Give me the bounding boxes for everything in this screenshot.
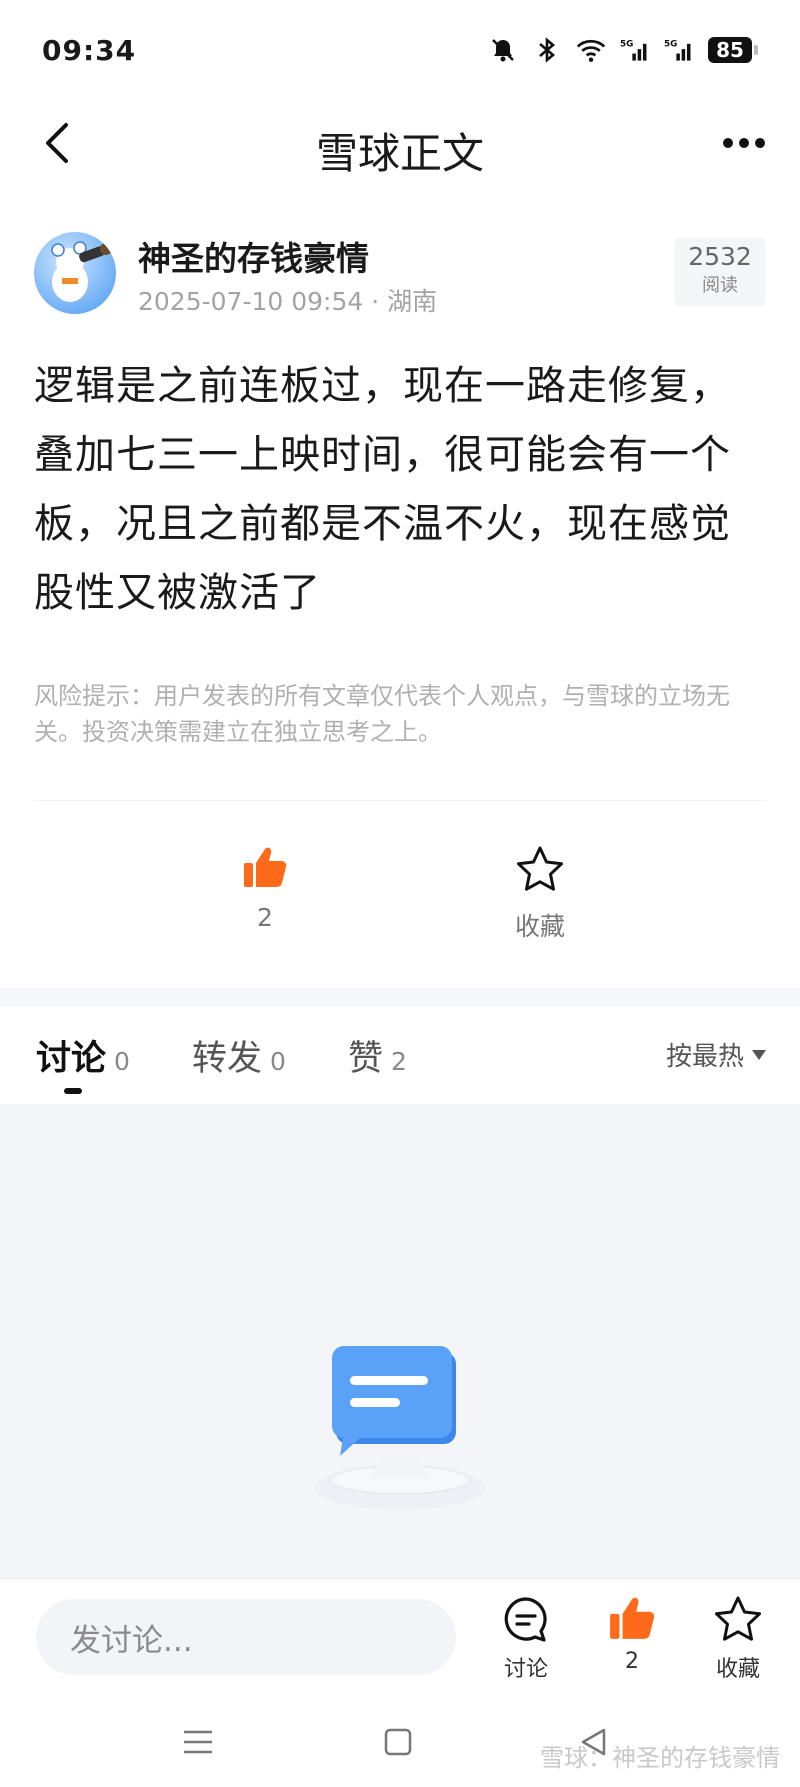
- read-count: 2532: [688, 242, 752, 271]
- mute-icon: [488, 35, 518, 65]
- page-title: 雪球正文: [315, 129, 484, 178]
- risk-notice: 风险提示：用户发表的所有文章仅代表个人观点，与雪球的立场无关。投资决策需建立在独…: [34, 682, 730, 746]
- bottom-favorite-button[interactable]: 收藏: [698, 1595, 778, 1683]
- divider: [34, 800, 766, 801]
- favorite-button[interactable]: 收藏: [500, 845, 580, 943]
- empty-comments-area: [0, 1104, 800, 1578]
- empty-chat-illustration: [310, 1328, 490, 1518]
- menu-nav-button[interactable]: [178, 1722, 218, 1762]
- svg-text:5G: 5G: [664, 39, 677, 49]
- battery-icon: 85: [708, 37, 758, 63]
- avatar[interactable]: [34, 232, 116, 314]
- star-icon: [517, 846, 563, 891]
- section-divider: [0, 988, 800, 1006]
- author-row: 神圣的存钱豪情 2025-07-10 09:54 · 湖南 2532 阅读: [34, 232, 766, 322]
- more-dots-icon: [723, 138, 765, 148]
- tab-count: 2: [391, 1047, 407, 1076]
- tab-discussion[interactable]: 讨论 0: [36, 1030, 130, 1081]
- nav-bar: 雪球正文: [0, 100, 800, 186]
- wifi-icon: [576, 35, 606, 65]
- comment-placeholder: 发讨论...: [70, 1622, 193, 1659]
- like-count: 2: [257, 903, 273, 932]
- thumbs-up-icon: [610, 1597, 655, 1639]
- status-time: 09:34: [42, 33, 137, 67]
- sort-label: 按最热: [665, 1042, 744, 1072]
- more-button[interactable]: [716, 118, 772, 168]
- square-icon: [384, 1728, 412, 1756]
- triangle-down-icon: [752, 1049, 766, 1060]
- read-label: 阅读: [702, 275, 738, 296]
- signal-5g-icon: 5G: [664, 35, 694, 65]
- signal-5g-icon: 5G: [620, 35, 650, 65]
- bottom-favorite-label: 收藏: [715, 1657, 760, 1682]
- like-button[interactable]: 2: [235, 845, 295, 932]
- discuss-button[interactable]: 讨论: [486, 1595, 566, 1683]
- bottom-like-count: 2: [625, 1649, 639, 1674]
- active-tab-indicator: [64, 1088, 82, 1094]
- read-count-badge: 2532 阅读: [674, 238, 766, 306]
- bottom-like-button[interactable]: 2: [592, 1595, 672, 1674]
- tab-label: 赞: [348, 1039, 384, 1079]
- status-icons: 5G 5G 85: [488, 35, 758, 65]
- watermark: 雪球：神圣的存钱豪情: [540, 1744, 780, 1772]
- sort-dropdown[interactable]: 按最热: [666, 1036, 766, 1073]
- bottom-action-bar: 发讨论... 讨论 2 收藏: [0, 1578, 800, 1698]
- star-icon: [715, 1596, 761, 1641]
- author-name[interactable]: 神圣的存钱豪情: [138, 232, 369, 280]
- favorite-label: 收藏: [514, 912, 565, 941]
- tab-likes[interactable]: 赞 2: [348, 1030, 407, 1081]
- post-meta: 2025-07-10 09:54 · 湖南: [138, 287, 438, 316]
- tab-count: 0: [270, 1047, 286, 1076]
- tab-label: 转发: [192, 1039, 263, 1079]
- tab-label: 讨论: [36, 1039, 107, 1079]
- thumbs-up-icon: [244, 847, 287, 887]
- tab-repost[interactable]: 转发 0: [192, 1030, 286, 1081]
- discuss-label: 讨论: [503, 1657, 548, 1682]
- svg-text:5G: 5G: [620, 39, 633, 49]
- comment-bubble-icon: [504, 1597, 547, 1642]
- home-nav-button[interactable]: [378, 1722, 418, 1762]
- menu-icon: [184, 1730, 212, 1754]
- status-bar: 09:34 5G 5G 85: [0, 0, 800, 100]
- bluetooth-icon: [532, 35, 562, 65]
- tab-count: 0: [114, 1047, 130, 1076]
- system-nav-bar: 雪球：神圣的存钱豪情: [0, 1698, 800, 1787]
- comment-input[interactable]: 发讨论...: [36, 1599, 456, 1675]
- comment-tabs: 讨论 0 转发 0 赞 2 按最热: [36, 1030, 766, 1094]
- post-content: 逻辑是之前连板过，现在一路走修复，叠加七三一上映时间，很可能会有一个板，况且之前…: [34, 363, 731, 616]
